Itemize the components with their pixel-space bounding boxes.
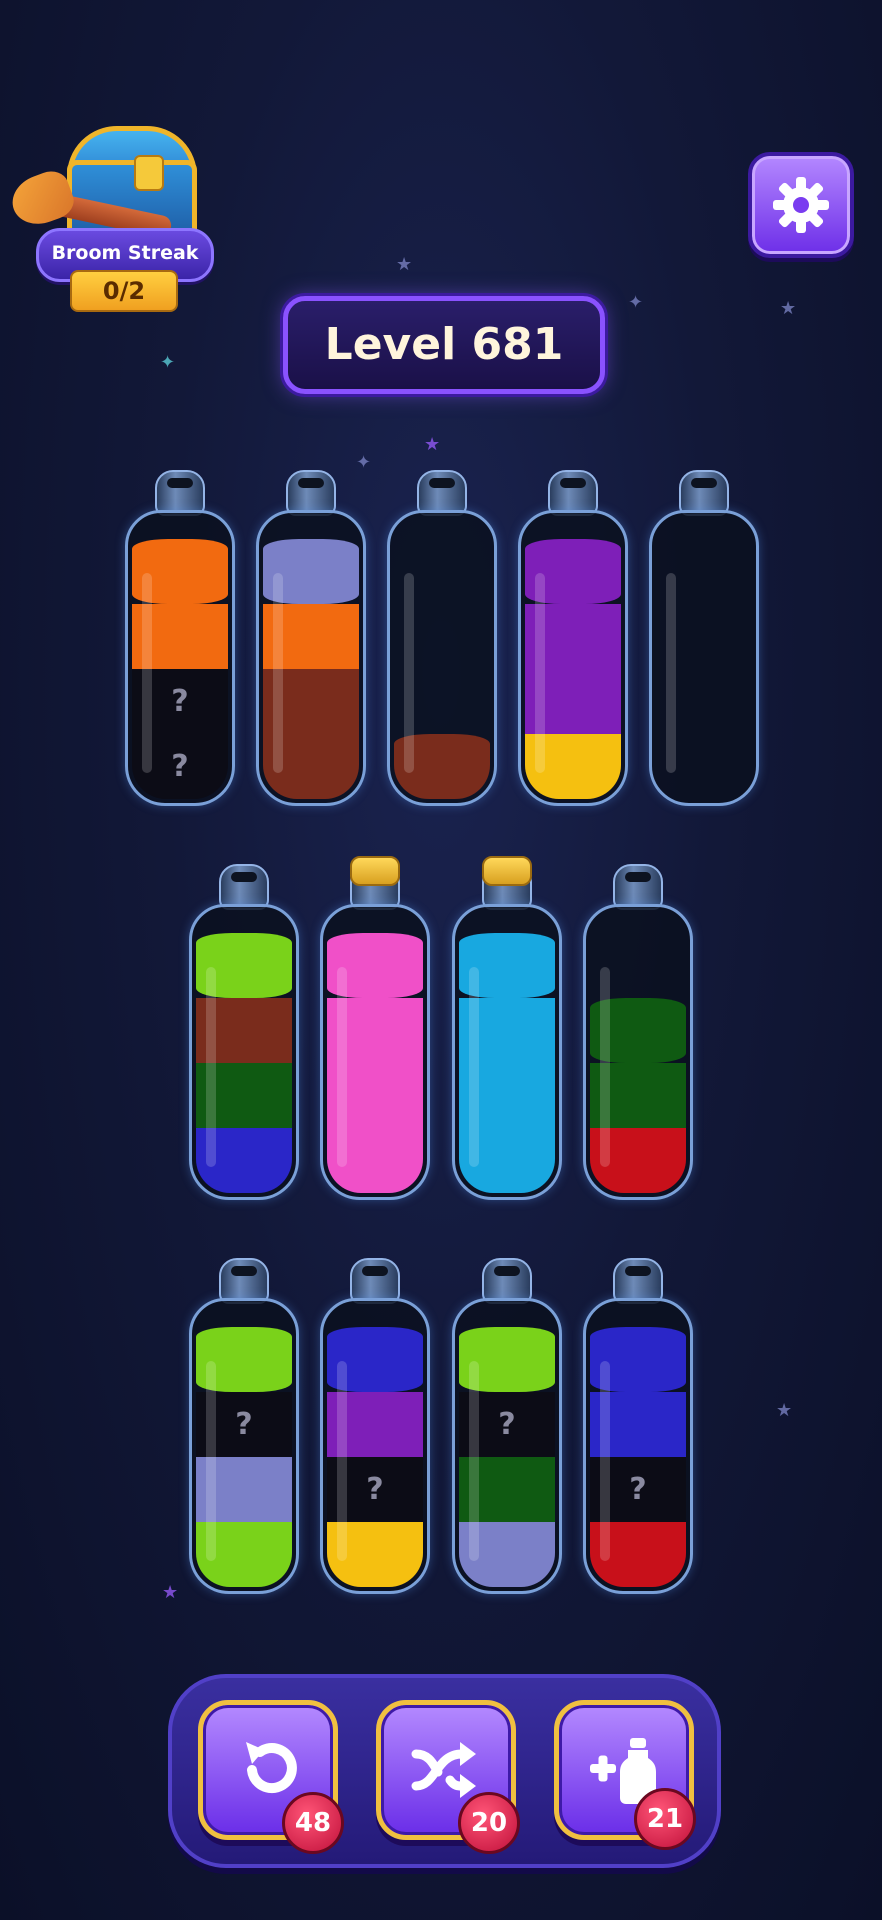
hidden-mark: ? <box>171 749 189 784</box>
bottle[interactable]: ? <box>189 1258 299 1594</box>
bottle-glass <box>320 904 430 1200</box>
broom-streak-count: 0/2 <box>70 270 178 312</box>
bottle-glass <box>387 510 497 806</box>
bottle[interactable] <box>518 470 628 806</box>
bottle-glass <box>256 510 366 806</box>
bottle-glass: ? <box>583 1298 693 1594</box>
settings-button[interactable] <box>748 152 854 258</box>
bottle[interactable]: ? <box>320 1258 430 1594</box>
star-decoration: ★ <box>780 298 797 319</box>
glass-shine <box>469 967 479 1167</box>
bottle-glass <box>518 510 628 806</box>
hidden-mark: ? <box>366 1472 384 1507</box>
add-bottle-count-badge: 21 <box>634 1788 696 1850</box>
glass-shine <box>404 573 414 773</box>
star-decoration: ★ <box>162 1582 179 1603</box>
gear-icon <box>773 177 829 233</box>
hidden-mark: ? <box>235 1407 253 1442</box>
glass-shine <box>337 1361 347 1561</box>
glass-shine <box>666 573 676 773</box>
bottle[interactable] <box>649 470 759 806</box>
glass-shine <box>600 967 610 1167</box>
glass-shine <box>469 1361 479 1561</box>
chest-lock-icon <box>134 155 164 191</box>
bottle[interactable] <box>583 864 693 1200</box>
glass-shine <box>600 1361 610 1561</box>
bottle[interactable] <box>256 470 366 806</box>
bottle[interactable]: ?? <box>125 470 235 806</box>
bottle-glass <box>583 904 693 1200</box>
bottle[interactable] <box>452 856 562 1200</box>
bottle-cork-icon <box>482 856 532 886</box>
bottle-glass <box>452 904 562 1200</box>
bottle-glass: ?? <box>125 510 235 806</box>
bottle[interactable]: ? <box>452 1258 562 1594</box>
bottle-cork-icon <box>350 856 400 886</box>
shuffle-count-badge: 20 <box>458 1792 520 1854</box>
bottle-glass: ? <box>189 1298 299 1594</box>
glass-shine <box>273 573 283 773</box>
bottle-glass: ? <box>452 1298 562 1594</box>
bottle-glass <box>189 904 299 1200</box>
hidden-mark: ? <box>629 1472 647 1507</box>
hidden-mark: ? <box>498 1407 516 1442</box>
glass-shine <box>535 573 545 773</box>
bottle[interactable] <box>189 864 299 1200</box>
glass-shine <box>142 573 152 773</box>
bottle-glass <box>649 510 759 806</box>
star-decoration: ★ <box>776 1400 793 1421</box>
glass-shine <box>206 1361 216 1561</box>
glass-shine <box>206 967 216 1167</box>
star-decoration: ★ <box>396 254 413 275</box>
level-title: Level 681 <box>283 296 605 394</box>
star-decoration: ✦ <box>628 292 644 313</box>
undo-count-badge: 48 <box>282 1792 344 1854</box>
broom-streak-widget[interactable]: Broom Streak 0/2 <box>5 120 214 312</box>
bottle-glass: ? <box>320 1298 430 1594</box>
star-decoration: ✦ <box>160 352 176 373</box>
glass-shine <box>337 967 347 1167</box>
star-decoration: ★ <box>424 434 441 455</box>
hidden-mark: ? <box>171 684 189 719</box>
bottle[interactable]: ? <box>583 1258 693 1594</box>
bottle[interactable] <box>320 856 430 1200</box>
bottle[interactable] <box>387 470 497 806</box>
